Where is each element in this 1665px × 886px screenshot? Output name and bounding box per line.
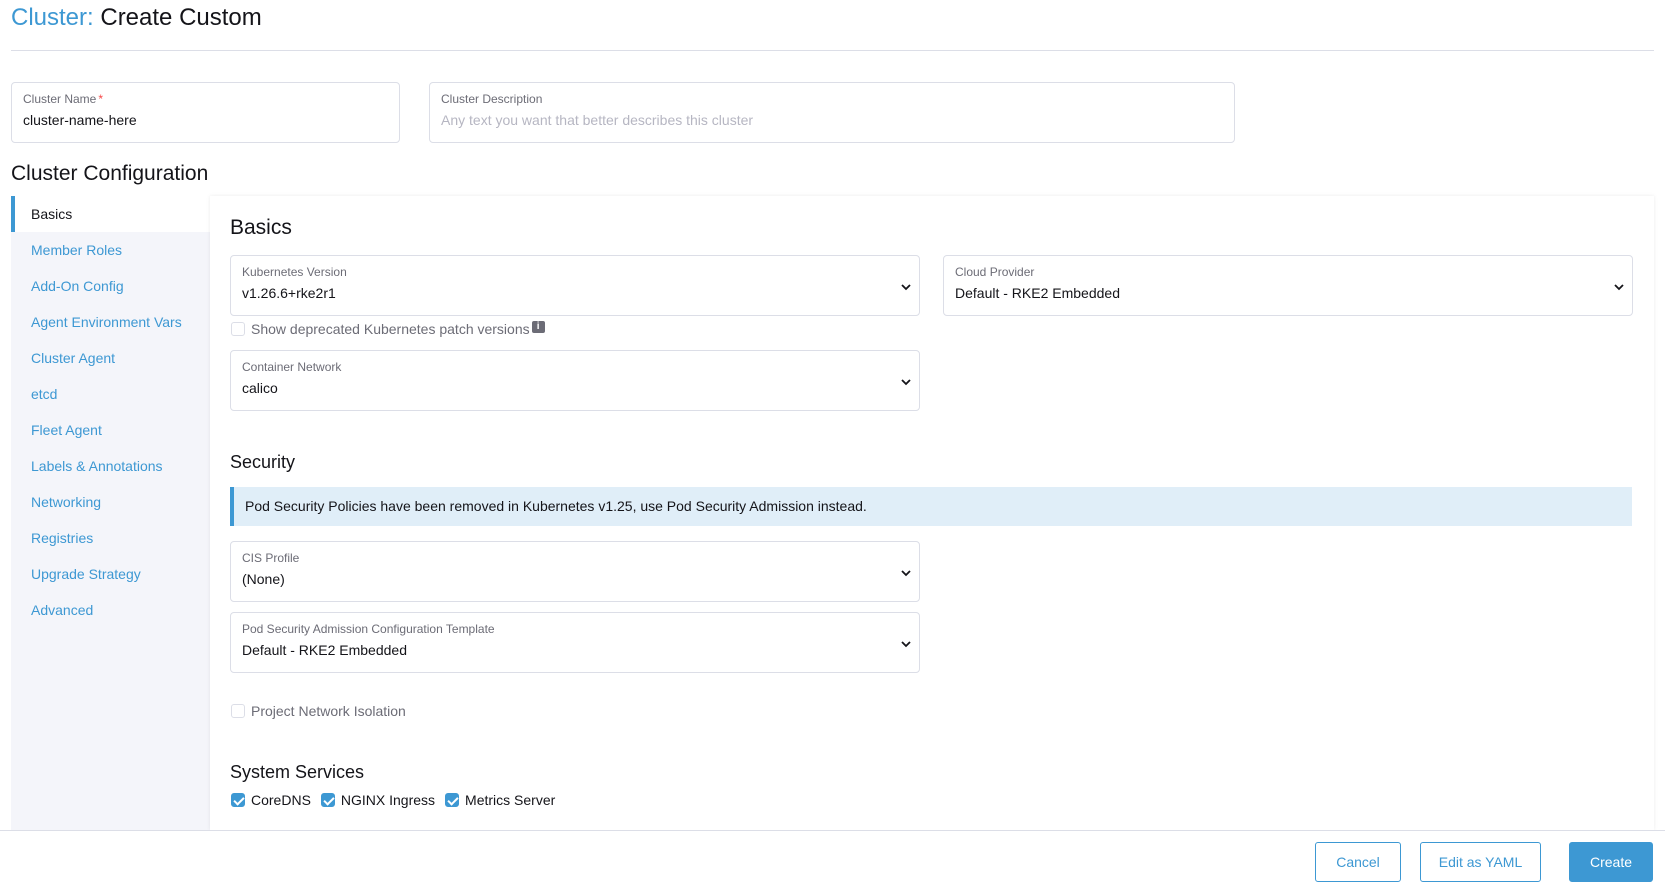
cluster-description-label: Cluster Description [441,92,543,106]
cis-profile-value: (None) [242,571,285,587]
cloud-provider-value: Default - RKE2 Embedded [955,285,1120,301]
sidebar-item-etcd[interactable]: etcd [11,376,210,412]
system-services-row: CoreDNS NGINX Ingress Metrics Server [231,792,555,808]
cluster-name-field[interactable]: Cluster Name * cluster-name-here [11,82,400,143]
cloud-provider-select[interactable]: Cloud Provider Default - RKE2 Embedded [943,255,1633,316]
config-sidebar: Basics Member Roles Add-On Config Agent … [11,196,210,830]
chevron-down-icon [901,379,911,386]
project-network-isolation-row[interactable]: Project Network Isolation [231,703,406,719]
cluster-name-label: Cluster Name * [23,92,104,106]
sidebar-item-add-on-config[interactable]: Add-On Config [11,268,210,304]
chevron-down-icon [901,641,911,648]
basics-title: Basics [230,216,292,239]
sidebar-item-fleet-agent[interactable]: Fleet Agent [11,412,210,448]
kubernetes-version-value: v1.26.6+rke2r1 [242,285,336,301]
page-title: Cluster: Create Custom [11,4,262,32]
edit-as-yaml-button[interactable]: Edit as YAML [1420,842,1541,882]
cluster-description-field[interactable]: Cluster Description Any text you want th… [429,82,1235,143]
container-network-label: Container Network [242,360,342,374]
sidebar-item-advanced[interactable]: Advanced [11,592,210,628]
sidebar-item-basics[interactable]: Basics [11,196,210,232]
cis-profile-select[interactable]: CIS Profile (None) [230,541,920,602]
kubernetes-version-label: Kubernetes Version [242,265,347,279]
chevron-down-icon [901,570,911,577]
show-deprecated-checkbox-row[interactable]: Show deprecated Kubernetes patch version… [231,321,545,337]
nginx-ingress-label: NGINX Ingress [340,792,436,808]
sidebar-item-upgrade-strategy[interactable]: Upgrade Strategy [11,556,210,592]
header-divider [11,50,1654,51]
chevron-down-icon [901,284,911,291]
cluster-configuration-title: Cluster Configuration [11,162,209,185]
cluster-description-input[interactable]: Any text you want that better describes … [441,112,753,128]
psa-template-label: Pod Security Admission Configuration Tem… [242,622,495,636]
sidebar-item-labels-annotations[interactable]: Labels & Annotations [11,448,210,484]
footer-bar [0,830,1665,886]
container-network-select[interactable]: Container Network calico [230,350,920,411]
cluster-name-input[interactable]: cluster-name-here [23,112,137,128]
show-deprecated-label: Show deprecated Kubernetes patch version… [251,321,530,337]
sidebar-item-networking[interactable]: Networking [11,484,210,520]
psp-removed-banner: Pod Security Policies have been removed … [230,487,1632,526]
breadcrumb-cluster[interactable]: Cluster: [11,4,94,31]
security-title: Security [230,452,296,472]
page-title-text: Create Custom [100,4,262,31]
cancel-button[interactable]: Cancel [1315,842,1401,882]
cloud-provider-label: Cloud Provider [955,265,1035,279]
create-button[interactable]: Create [1569,842,1653,882]
show-deprecated-checkbox[interactable] [231,322,245,336]
nginx-ingress-checkbox[interactable] [320,793,335,807]
cis-profile-label: CIS Profile [242,551,300,565]
coredns-label: CoreDNS [251,792,311,808]
metrics-server-label: Metrics Server [465,792,556,808]
metrics-server-checkbox[interactable] [445,793,460,807]
system-services-title: System Services [230,762,365,782]
project-network-isolation-label: Project Network Isolation [251,703,406,719]
sidebar-item-agent-environment-vars[interactable]: Agent Environment Vars [11,304,210,340]
kubernetes-version-select[interactable]: Kubernetes Version v1.26.6+rke2r1 [230,255,920,316]
sidebar-item-registries[interactable]: Registries [11,520,210,556]
chevron-down-icon [1614,284,1624,291]
psa-template-value: Default - RKE2 Embedded [242,642,407,658]
project-network-isolation-checkbox[interactable] [231,704,245,718]
container-network-value: calico [242,380,278,396]
sidebar-item-cluster-agent[interactable]: Cluster Agent [11,340,210,376]
coredns-checkbox[interactable] [231,793,245,807]
psa-template-select[interactable]: Pod Security Admission Configuration Tem… [230,612,920,673]
sidebar-item-member-roles[interactable]: Member Roles [11,232,210,268]
info-icon[interactable]: i [531,321,545,333]
